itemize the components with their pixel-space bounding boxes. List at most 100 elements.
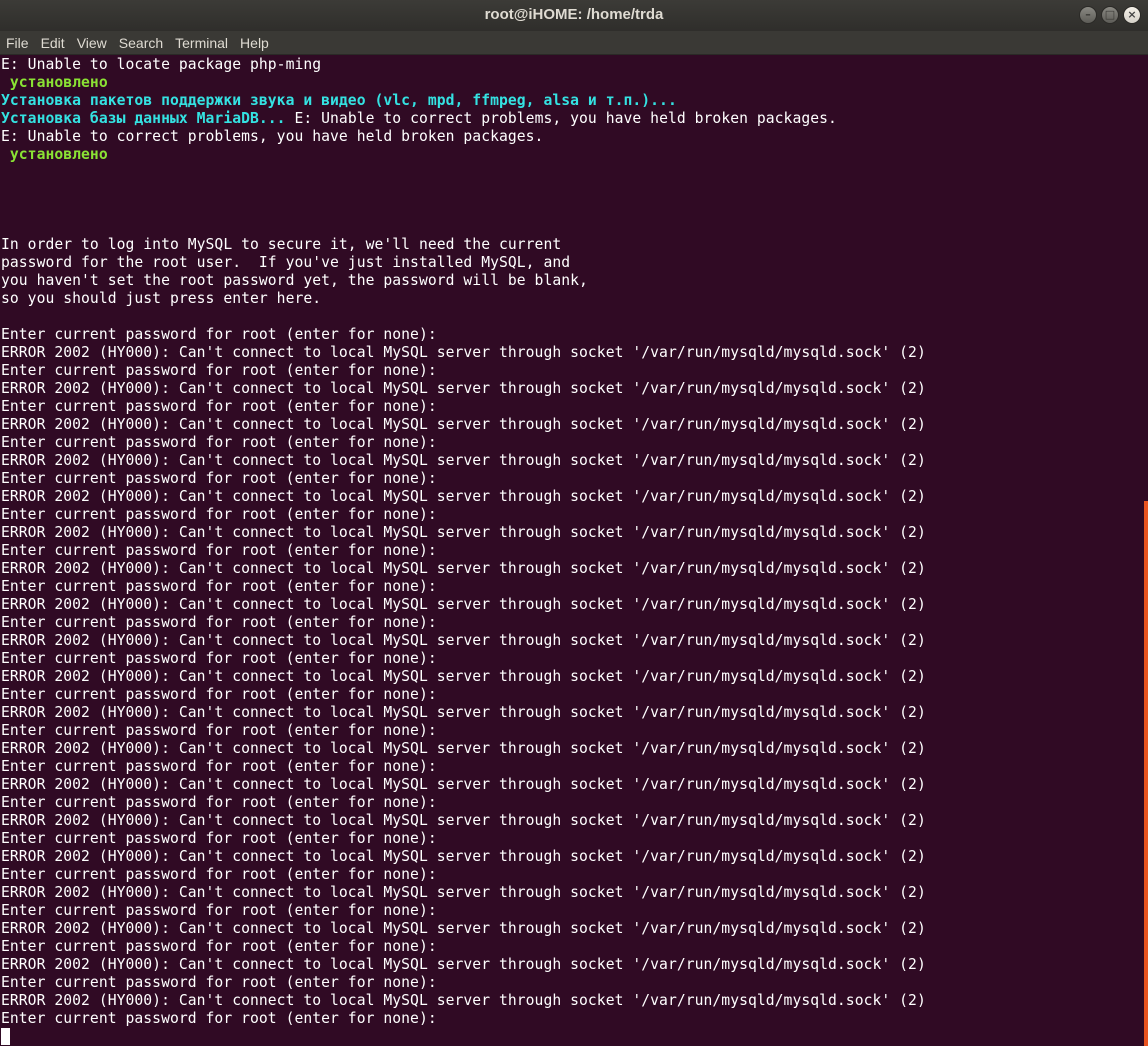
title-bar[interactable]: root@iHOME: /home/trda – □ × bbox=[0, 0, 1148, 31]
terminal-output[interactable]: E: Unable to locate package php-ming уст… bbox=[0, 56, 1140, 1046]
password-prompt: Enter current password for root (enter f… bbox=[1, 794, 437, 811]
error-line: ERROR 2002 (HY000): Can't connect to loc… bbox=[0, 488, 1140, 506]
prompt-line: Enter current password for root (enter f… bbox=[0, 758, 1140, 776]
error-message: ERROR 2002 (HY000): Can't connect to loc… bbox=[1, 920, 926, 937]
menu-edit[interactable]: Edit bbox=[35, 35, 71, 51]
minimize-icon[interactable]: – bbox=[1079, 6, 1097, 24]
error-message: ERROR 2002 (HY000): Can't connect to loc… bbox=[1, 956, 926, 973]
error-message: ERROR 2002 (HY000): Can't connect to loc… bbox=[1, 380, 926, 397]
terminal-text: password for the root user. If you've ju… bbox=[1, 254, 571, 271]
prompt-line: Enter current password for root (enter f… bbox=[0, 866, 1140, 884]
error-message: ERROR 2002 (HY000): Can't connect to loc… bbox=[1, 884, 926, 901]
password-prompt: Enter current password for root (enter f… bbox=[1, 974, 437, 991]
terminal-text: In order to log into MySQL to secure it,… bbox=[1, 236, 562, 253]
error-message: ERROR 2002 (HY000): Can't connect to loc… bbox=[1, 704, 926, 721]
error-message: ERROR 2002 (HY000): Can't connect to loc… bbox=[1, 848, 926, 865]
error-message: ERROR 2002 (HY000): Can't connect to loc… bbox=[1, 344, 926, 361]
password-prompt: Enter current password for root (enter f… bbox=[1, 938, 437, 955]
error-message: ERROR 2002 (HY000): Can't connect to loc… bbox=[1, 452, 926, 469]
password-prompt: Enter current password for root (enter f… bbox=[1, 902, 437, 919]
password-prompt: Enter current password for root (enter f… bbox=[1, 434, 437, 451]
window-controls: – □ × bbox=[1079, 6, 1141, 24]
error-message: ERROR 2002 (HY000): Can't connect to loc… bbox=[1, 992, 926, 1009]
password-prompt: Enter current password for root (enter f… bbox=[1, 398, 437, 415]
terminal-line: Установка пакетов поддержки звука и виде… bbox=[0, 92, 1140, 110]
password-prompt: Enter current password for root (enter f… bbox=[1, 542, 437, 559]
prompt-line: Enter current password for root (enter f… bbox=[0, 470, 1140, 488]
error-line: ERROR 2002 (HY000): Can't connect to loc… bbox=[0, 740, 1140, 758]
terminal-line: установлено bbox=[0, 74, 1140, 92]
menu-file[interactable]: File bbox=[0, 35, 35, 51]
maximize-icon[interactable]: □ bbox=[1101, 6, 1119, 24]
prompt-line: Enter current password for root (enter f… bbox=[0, 398, 1140, 416]
error-message: ERROR 2002 (HY000): Can't connect to loc… bbox=[1, 524, 926, 541]
status-text: Установка базы данных MariaDB... bbox=[1, 110, 295, 127]
prompt-line: Enter current password for root (enter f… bbox=[0, 722, 1140, 740]
terminal-line: In order to log into MySQL to secure it,… bbox=[0, 236, 1140, 254]
error-line: ERROR 2002 (HY000): Can't connect to loc… bbox=[0, 596, 1140, 614]
error-line: ERROR 2002 (HY000): Can't connect to loc… bbox=[0, 992, 1140, 1010]
error-line: ERROR 2002 (HY000): Can't connect to loc… bbox=[0, 848, 1140, 866]
error-line: ERROR 2002 (HY000): Can't connect to loc… bbox=[0, 776, 1140, 794]
password-prompt: Enter current password for root (enter f… bbox=[1, 506, 437, 523]
menu-view[interactable]: View bbox=[71, 35, 113, 51]
error-message: ERROR 2002 (HY000): Can't connect to loc… bbox=[1, 596, 926, 613]
password-prompt: Enter current password for root (enter f… bbox=[1, 326, 437, 343]
terminal-line: password for the root user. If you've ju… bbox=[0, 254, 1140, 272]
error-line: ERROR 2002 (HY000): Can't connect to loc… bbox=[0, 668, 1140, 686]
terminal-window: root@iHOME: /home/trda – □ × File Edit V… bbox=[0, 0, 1148, 1046]
error-message: ERROR 2002 (HY000): Can't connect to loc… bbox=[1, 488, 926, 505]
prompt-line: Enter current password for root (enter f… bbox=[0, 614, 1140, 632]
text-cursor bbox=[1, 1028, 10, 1045]
terminal-text: установлено bbox=[1, 146, 108, 163]
terminal-line: so you should just press enter here. bbox=[0, 290, 1140, 308]
scrollbar[interactable] bbox=[1144, 501, 1148, 1046]
prompt-line: Enter current password for root (enter f… bbox=[0, 974, 1140, 992]
error-line: ERROR 2002 (HY000): Can't connect to loc… bbox=[0, 704, 1140, 722]
error-line: ERROR 2002 (HY000): Can't connect to loc… bbox=[0, 812, 1140, 830]
prompt-line: Enter current password for root (enter f… bbox=[0, 326, 1140, 344]
menu-search[interactable]: Search bbox=[113, 35, 169, 51]
menu-help[interactable]: Help bbox=[234, 35, 275, 51]
terminal-line: установлено bbox=[0, 146, 1140, 164]
prompt-line: Enter current password for root (enter f… bbox=[0, 902, 1140, 920]
prompt-line: Enter current password for root (enter f… bbox=[0, 578, 1140, 596]
prompt-line: Enter current password for root (enter f… bbox=[0, 1010, 1140, 1028]
password-prompt: Enter current password for root (enter f… bbox=[1, 470, 437, 487]
error-message: ERROR 2002 (HY000): Can't connect to loc… bbox=[1, 812, 926, 829]
error-message: ERROR 2002 (HY000): Can't connect to loc… bbox=[1, 560, 926, 577]
password-prompt: Enter current password for root (enter f… bbox=[1, 830, 437, 847]
prompt-line: Enter current password for root (enter f… bbox=[0, 542, 1140, 560]
password-prompt: Enter current password for root (enter f… bbox=[1, 686, 437, 703]
prompt-line: Enter current password for root (enter f… bbox=[0, 830, 1140, 848]
terminal-text: Установка пакетов поддержки звука и виде… bbox=[1, 92, 677, 109]
error-message: ERROR 2002 (HY000): Can't connect to loc… bbox=[1, 416, 926, 433]
password-prompt: Enter current password for root (enter f… bbox=[1, 578, 437, 595]
close-icon[interactable]: × bbox=[1123, 6, 1141, 24]
error-message: ERROR 2002 (HY000): Can't connect to loc… bbox=[1, 740, 926, 757]
error-line: ERROR 2002 (HY000): Can't connect to loc… bbox=[0, 416, 1140, 434]
error-line: ERROR 2002 (HY000): Can't connect to loc… bbox=[0, 632, 1140, 650]
password-prompt: Enter current password for root (enter f… bbox=[1, 722, 437, 739]
prompt-line: Enter current password for root (enter f… bbox=[0, 650, 1140, 668]
prompt-line: Enter current password for root (enter f… bbox=[0, 362, 1140, 380]
menu-bar: File Edit View Search Terminal Help bbox=[0, 31, 1148, 55]
error-message: ERROR 2002 (HY000): Can't connect to loc… bbox=[1, 776, 926, 793]
password-prompt: Enter current password for root (enter f… bbox=[1, 362, 437, 379]
error-line: ERROR 2002 (HY000): Can't connect to loc… bbox=[0, 344, 1140, 362]
prompt-line: Enter current password for root (enter f… bbox=[0, 686, 1140, 704]
menu-terminal[interactable]: Terminal bbox=[169, 35, 234, 51]
terminal-line: E: Unable to locate package php-ming bbox=[0, 56, 1140, 74]
terminal-text: you haven't set the root password yet, t… bbox=[1, 272, 588, 289]
prompt-line: Enter current password for root (enter f… bbox=[0, 506, 1140, 524]
password-prompt: Enter current password for root (enter f… bbox=[1, 866, 437, 883]
error-message: ERROR 2002 (HY000): Can't connect to loc… bbox=[1, 632, 926, 649]
password-prompt: Enter current password for root (enter f… bbox=[1, 650, 437, 667]
error-line: ERROR 2002 (HY000): Can't connect to loc… bbox=[0, 884, 1140, 902]
prompt-line: Enter current password for root (enter f… bbox=[0, 434, 1140, 452]
